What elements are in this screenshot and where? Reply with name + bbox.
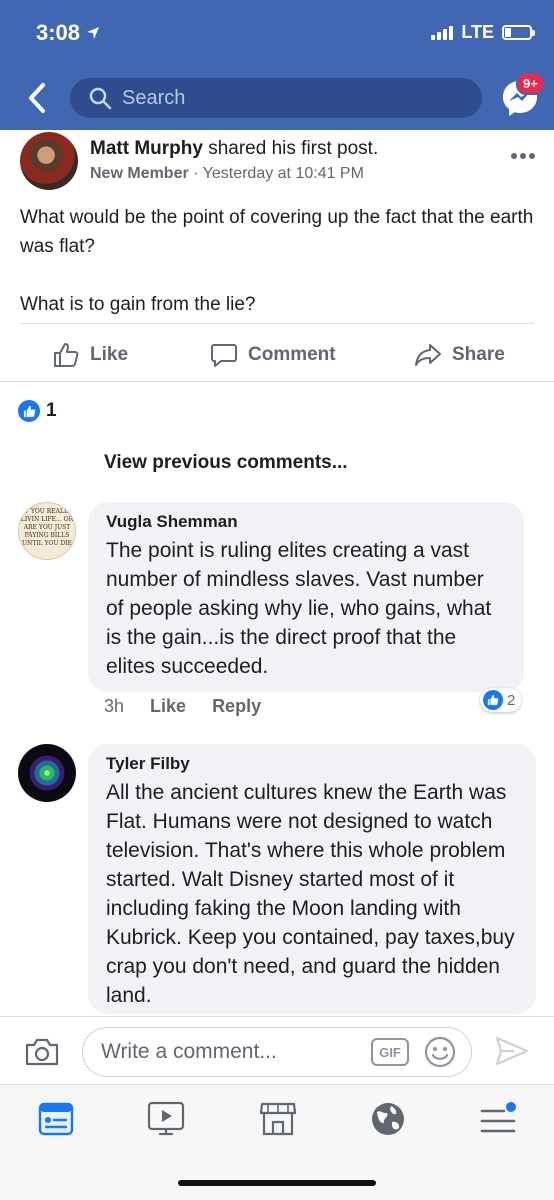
gif-button[interactable]: GIF bbox=[371, 1038, 409, 1066]
commenter-name[interactable]: Vugla Shemman bbox=[106, 512, 506, 532]
smiley-icon bbox=[424, 1036, 456, 1068]
like-button[interactable]: Like bbox=[52, 341, 128, 369]
post-action-bar: Like Comment Share bbox=[0, 332, 554, 378]
divider bbox=[20, 323, 534, 324]
search-input[interactable] bbox=[122, 86, 462, 110]
status-indicators: LTE bbox=[431, 22, 535, 43]
tab-notifications[interactable] bbox=[368, 1099, 408, 1139]
comment-input[interactable] bbox=[101, 1040, 351, 1064]
share-arrow-icon bbox=[415, 344, 441, 366]
post-action-text: shared his first post. bbox=[208, 138, 379, 159]
back-button[interactable] bbox=[22, 80, 52, 116]
reaction-count: 1 bbox=[46, 400, 57, 421]
comment-time: 3h bbox=[104, 696, 125, 716]
battery-icon bbox=[502, 25, 535, 40]
camera-button[interactable] bbox=[24, 1037, 60, 1067]
comment-bubble: Vugla Shemman The point is ruling elites… bbox=[88, 502, 524, 692]
menu-icon bbox=[480, 1102, 516, 1133]
meta-separator: · bbox=[193, 165, 199, 182]
commenter-avatar[interactable] bbox=[18, 744, 76, 802]
chevron-left-icon bbox=[29, 83, 45, 113]
post-author-avatar[interactable] bbox=[20, 132, 78, 190]
comment-actions: 3h Like Reply bbox=[104, 696, 261, 717]
member-role: New Member bbox=[90, 165, 189, 182]
app-header: 3:08 LTE 9+ bbox=[0, 0, 554, 130]
comment-label: Comment bbox=[248, 344, 336, 365]
more-options-icon bbox=[511, 153, 535, 159]
emoji-button[interactable] bbox=[423, 1035, 457, 1069]
comment-bubble-icon bbox=[211, 344, 237, 367]
news-feed-icon bbox=[38, 1102, 74, 1136]
home-indicator[interactable] bbox=[178, 1180, 376, 1186]
post-author-line: Matt Murphy shared his first post. bbox=[90, 138, 378, 160]
post-timestamp[interactable]: Yesterday at 10:41 PM bbox=[203, 165, 364, 182]
post-options-button[interactable] bbox=[510, 140, 536, 166]
comment-reaction-count: 2 bbox=[507, 691, 516, 709]
post-text-1: What would be the point of covering up t… bbox=[20, 207, 534, 257]
like-reaction-icon bbox=[18, 400, 40, 422]
comment-like-link[interactable]: Like bbox=[150, 696, 186, 717]
tab-marketplace[interactable] bbox=[258, 1099, 298, 1139]
like-label: Like bbox=[90, 344, 129, 365]
avatar-caption: IF YOU REALLY LIVIN LIFE... OR ARE YOU J… bbox=[20, 508, 74, 547]
comment-reaction-badge[interactable]: 2 bbox=[480, 688, 522, 712]
status-time: 3:08 bbox=[36, 20, 100, 46]
tab-menu[interactable] bbox=[478, 1099, 518, 1139]
post-author-name[interactable]: Matt Murphy bbox=[90, 138, 203, 159]
thumbs-up-icon bbox=[54, 343, 79, 367]
share-button[interactable]: Share bbox=[414, 342, 505, 368]
post-text-2: What is to gain from the lie? bbox=[20, 294, 256, 315]
comment-text: All the ancient cultures knew the Earth … bbox=[106, 781, 515, 1007]
comment-composer: GIF bbox=[0, 1016, 554, 1084]
share-label: Share bbox=[452, 344, 505, 365]
location-arrow-icon bbox=[87, 27, 100, 39]
search-bar[interactable] bbox=[70, 78, 482, 118]
divider bbox=[0, 381, 554, 382]
network-label: LTE bbox=[461, 22, 494, 42]
tab-news-feed[interactable] bbox=[36, 1099, 76, 1139]
reaction-summary[interactable]: 1 bbox=[18, 400, 57, 422]
comment-text: The point is ruling elites creating a va… bbox=[106, 539, 492, 678]
view-previous-comments[interactable]: View previous comments... bbox=[104, 452, 348, 474]
post-body: What would be the point of covering up t… bbox=[20, 203, 540, 319]
comment-bubble: Tyler Filby All the ancient cultures kne… bbox=[88, 744, 536, 1014]
messenger-badge: 9+ bbox=[516, 72, 545, 95]
marketplace-icon bbox=[259, 1102, 297, 1136]
comment-button[interactable]: Comment bbox=[210, 342, 336, 368]
post-meta: New Member · Yesterday at 10:41 PM bbox=[90, 165, 364, 183]
commenter-avatar[interactable]: IF YOU REALLY LIVIN LIFE... OR ARE YOU J… bbox=[18, 502, 76, 560]
send-button[interactable] bbox=[494, 1035, 530, 1067]
tab-watch[interactable] bbox=[146, 1099, 186, 1139]
search-icon bbox=[89, 87, 112, 110]
notifications-globe-icon bbox=[372, 1103, 404, 1135]
camera-icon bbox=[25, 1038, 59, 1066]
send-arrow-icon bbox=[495, 1036, 529, 1066]
watch-icon bbox=[147, 1101, 185, 1136]
commenter-name[interactable]: Tyler Filby bbox=[106, 754, 518, 774]
signal-icon bbox=[431, 25, 454, 40]
gif-label: GIF bbox=[379, 1044, 401, 1060]
like-reaction-icon bbox=[483, 690, 503, 710]
comment-reply-link[interactable]: Reply bbox=[212, 696, 261, 717]
comment-input-box[interactable]: GIF bbox=[82, 1027, 472, 1077]
